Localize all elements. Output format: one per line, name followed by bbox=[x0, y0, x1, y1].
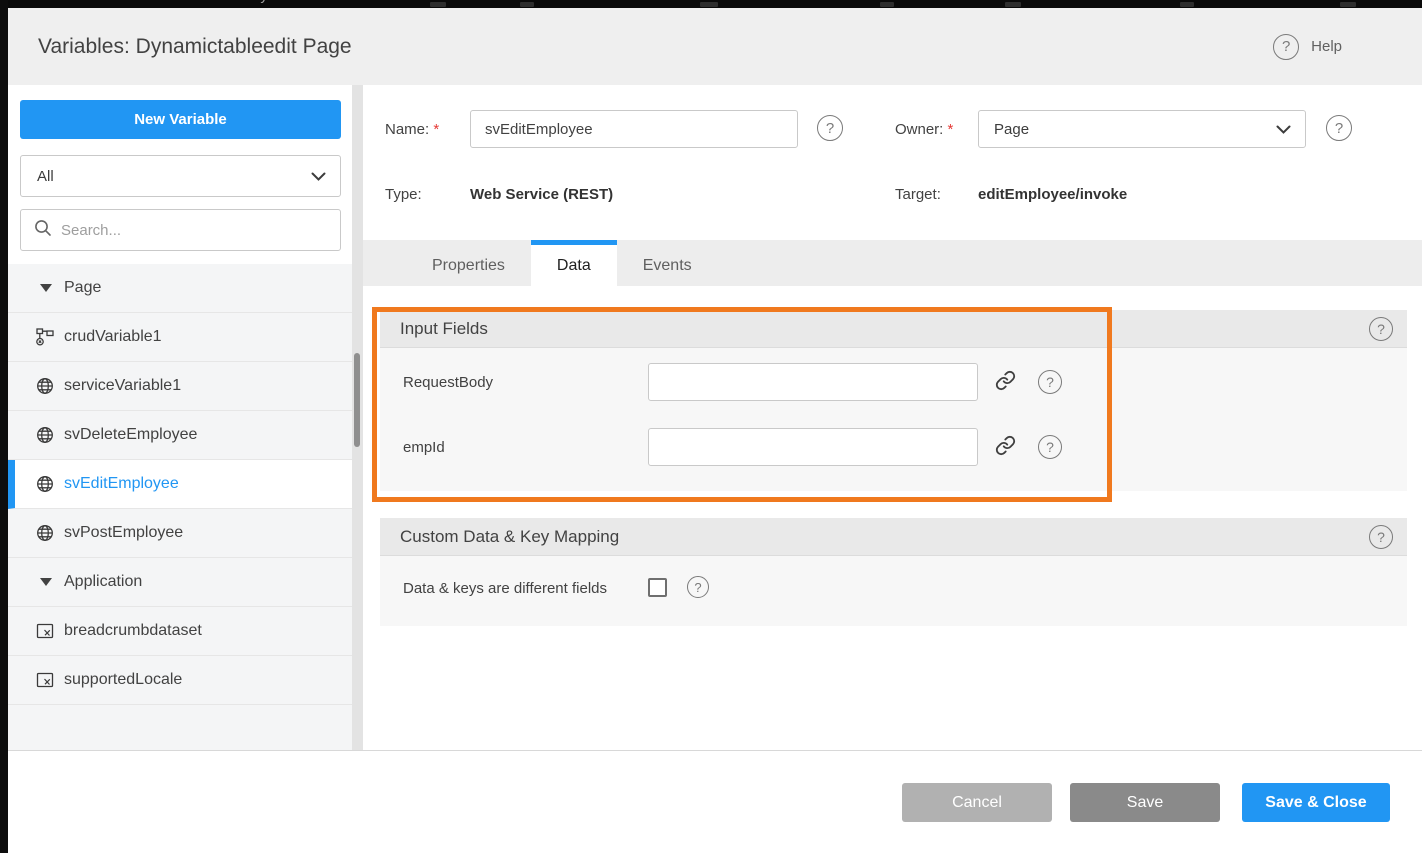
tab-data-active[interactable]: Data bbox=[531, 240, 617, 286]
group-label: Application bbox=[64, 573, 142, 591]
sidebar-scrollbar-thumb[interactable] bbox=[354, 353, 360, 447]
sidebar-group-page[interactable]: Page bbox=[8, 264, 352, 313]
collapse-arrow-icon bbox=[36, 573, 54, 591]
topbar-icon-hint bbox=[430, 2, 446, 7]
topbar-icon-hint bbox=[1340, 2, 1356, 7]
new-variable-button[interactable]: New Variable bbox=[20, 100, 341, 139]
variable-list: Page crudVariable1 serviceVariable1 svDe… bbox=[8, 264, 352, 750]
empid-label: empId bbox=[403, 439, 445, 456]
sidebar-item-sveditemployee-selected[interactable]: svEditEmployee bbox=[8, 460, 352, 509]
topbar-icon-hint bbox=[880, 2, 894, 7]
static-variable-icon bbox=[36, 671, 54, 689]
cancel-button[interactable]: Cancel bbox=[902, 783, 1052, 822]
save-and-close-button[interactable]: Save & Close bbox=[1242, 783, 1390, 822]
input-fields-title: Input Fields bbox=[400, 319, 488, 339]
sidebar-item-supportedlocale[interactable]: supportedLocale bbox=[8, 656, 352, 705]
footer-divider bbox=[8, 750, 1422, 751]
topbar-icon-hint bbox=[1005, 2, 1021, 7]
dialog-header: Variables: Dynamictableedit Page Help bbox=[8, 8, 1422, 85]
variable-label: crudVariable1 bbox=[64, 328, 162, 346]
variable-label: serviceVariable1 bbox=[64, 377, 181, 395]
sidebar-item-breadcrumbdataset[interactable]: breadcrumbdataset bbox=[8, 607, 352, 656]
requestbody-help-icon[interactable] bbox=[1038, 370, 1062, 394]
bind-link-icon[interactable] bbox=[994, 369, 1016, 391]
bind-link-icon[interactable] bbox=[994, 434, 1016, 456]
tab-properties[interactable]: Properties bbox=[406, 240, 531, 286]
topbar-icon-hint bbox=[700, 2, 718, 7]
type-value: Web Service (REST) bbox=[470, 186, 613, 203]
input-fields-help-icon[interactable] bbox=[1369, 317, 1393, 341]
custom-mapping-help-icon[interactable] bbox=[1369, 525, 1393, 549]
sidebar-item-servicevariable1[interactable]: serviceVariable1 bbox=[8, 362, 352, 411]
dialog-title: Variables: Dynamictableedit Page bbox=[38, 8, 352, 85]
search-icon bbox=[34, 219, 52, 242]
sidebar-item-svdeleteemployee[interactable]: svDeleteEmployee bbox=[8, 411, 352, 460]
background-app-topbar: dynamictableedit bbox=[0, 0, 1422, 8]
globe-icon bbox=[36, 524, 54, 542]
variable-filter-select[interactable]: All bbox=[20, 155, 341, 197]
group-label: Page bbox=[64, 279, 101, 297]
empid-help-icon[interactable] bbox=[1038, 435, 1062, 459]
required-asterisk: * bbox=[433, 121, 439, 138]
help-link[interactable]: Help bbox=[1311, 38, 1342, 55]
different-fields-help-icon[interactable] bbox=[687, 576, 709, 598]
variable-search bbox=[20, 209, 341, 251]
collapse-arrow-icon bbox=[36, 279, 54, 297]
name-label: Name: * bbox=[385, 121, 439, 138]
chevron-down-icon bbox=[1276, 121, 1291, 138]
owner-help-icon[interactable] bbox=[1326, 115, 1352, 141]
chevron-down-icon bbox=[311, 168, 326, 185]
background-app-text: dynamictableedit bbox=[252, 0, 365, 4]
variable-label: supportedLocale bbox=[64, 671, 182, 689]
topbar-icon-hint bbox=[520, 2, 534, 7]
requestbody-input[interactable] bbox=[648, 363, 978, 401]
sidebar-item-crudvariable1[interactable]: crudVariable1 bbox=[8, 313, 352, 362]
help-icon[interactable] bbox=[1273, 34, 1299, 60]
search-input[interactable] bbox=[61, 222, 330, 239]
static-variable-icon bbox=[36, 622, 54, 640]
sidebar-item-svpostemployee[interactable]: svPostEmployee bbox=[8, 509, 352, 558]
globe-icon bbox=[36, 377, 54, 395]
sidebar-scrollbar-track[interactable] bbox=[352, 85, 363, 750]
variables-dialog: Variables: Dynamictableedit Page Help Ne… bbox=[8, 8, 1422, 853]
custom-mapping-section-header: Custom Data & Key Mapping bbox=[380, 518, 1407, 556]
custom-mapping-title: Custom Data & Key Mapping bbox=[400, 527, 619, 547]
globe-icon bbox=[36, 426, 54, 444]
name-input[interactable] bbox=[470, 110, 798, 148]
owner-label: Owner: * bbox=[895, 121, 953, 138]
background-app-left-edge bbox=[0, 0, 8, 853]
topbar-icon-hint bbox=[1180, 2, 1194, 7]
different-fields-checkbox[interactable] bbox=[648, 578, 667, 597]
variable-label: svPostEmployee bbox=[64, 524, 183, 542]
tab-bar: Properties Data Events bbox=[363, 240, 1422, 286]
owner-select[interactable]: Page bbox=[978, 110, 1306, 148]
variable-label: breadcrumbdataset bbox=[64, 622, 202, 640]
variable-label: svDeleteEmployee bbox=[64, 426, 197, 444]
name-help-icon[interactable] bbox=[817, 115, 843, 141]
owner-selected-value: Page bbox=[994, 121, 1276, 138]
crud-variable-icon bbox=[36, 328, 54, 346]
globe-icon bbox=[36, 475, 54, 493]
variable-label: svEditEmployee bbox=[64, 475, 179, 493]
type-label: Type: bbox=[385, 186, 422, 203]
filter-selected-value: All bbox=[37, 168, 311, 185]
input-fields-section-header: Input Fields bbox=[380, 310, 1407, 348]
required-asterisk: * bbox=[948, 121, 954, 138]
target-label: Target: bbox=[895, 186, 941, 203]
requestbody-label: RequestBody bbox=[403, 374, 493, 391]
different-fields-label: Data & keys are different fields bbox=[403, 580, 607, 597]
empid-input[interactable] bbox=[648, 428, 978, 466]
tab-events[interactable]: Events bbox=[617, 240, 718, 286]
sidebar-group-application[interactable]: Application bbox=[8, 558, 352, 607]
save-button[interactable]: Save bbox=[1070, 783, 1220, 822]
target-value: editEmployee/invoke bbox=[978, 186, 1127, 203]
